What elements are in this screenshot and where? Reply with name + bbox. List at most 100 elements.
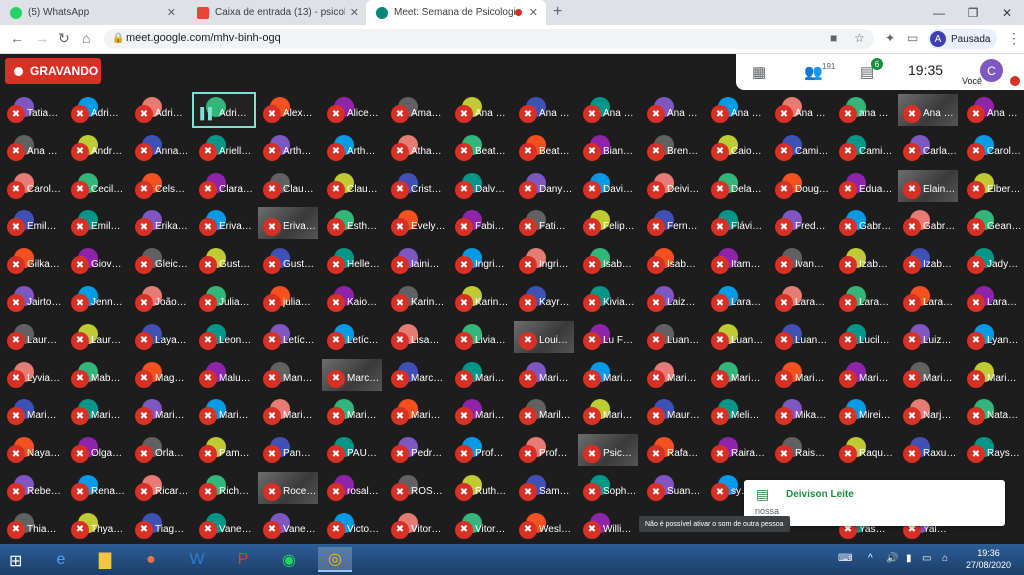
participant-tile[interactable]: ✖ Gleic… xyxy=(130,245,190,277)
participant-tile[interactable]: ✖ Loui… xyxy=(514,320,574,353)
participant-tile[interactable]: ✖ Lu F… xyxy=(578,321,638,353)
camera-icon[interactable]: ■ xyxy=(830,31,837,45)
participant-tile[interactable]: ✖ Adri… xyxy=(130,94,190,126)
participant-tile[interactable]: ✖ Naya… xyxy=(2,434,62,466)
participant-tile[interactable]: ✖ Thya… xyxy=(66,510,126,542)
participant-tile[interactable]: ✖ Laya… xyxy=(130,321,190,353)
menu-icon[interactable]: ⋮ xyxy=(1007,30,1021,47)
participant-tile[interactable]: ✖ Sam… xyxy=(514,472,574,504)
participant-tile[interactable]: ✖ Ama… xyxy=(386,94,446,126)
participant-tile[interactable]: ✖ Mari… xyxy=(834,359,894,391)
participant-tile[interactable]: ✖ Orla… xyxy=(130,434,190,466)
participant-tile[interactable]: ✖ Vane… xyxy=(258,510,318,542)
participant-tile[interactable]: ✖ Lara… xyxy=(706,283,766,315)
participant-tile[interactable]: ✖ Cels… xyxy=(130,170,190,202)
participant-tile[interactable]: ✖ Caio… xyxy=(706,132,766,164)
participant-tile[interactable]: ✖ Fred… xyxy=(770,207,830,239)
participant-tile[interactable]: ✖ Felip… xyxy=(578,207,638,239)
participant-tile[interactable]: ✖ Jady… xyxy=(962,245,1022,277)
firefox-icon[interactable]: ● xyxy=(134,547,168,572)
participant-tile[interactable]: ✖ Cecil… xyxy=(66,170,126,202)
file-explorer-icon[interactable]: ▇ xyxy=(88,547,122,572)
participant-tile[interactable]: ✖ Mab… xyxy=(66,359,126,391)
reload-button[interactable]: ↻ xyxy=(58,30,70,47)
participant-tile[interactable]: ✖ Lyvia… xyxy=(2,359,62,391)
participant-tile[interactable]: ✖ Andr… xyxy=(66,132,126,164)
participant-tile[interactable]: ✖ Dany… xyxy=(514,170,574,202)
participant-tile[interactable]: ✖ Ricar… xyxy=(130,472,190,504)
participant-tile[interactable]: ✖ Tiag… xyxy=(130,510,190,542)
participant-tile[interactable]: ✖ Mari… xyxy=(642,359,702,391)
participant-tile[interactable]: ✖ Ana … xyxy=(642,94,702,126)
windows-start-icon[interactable]: ⊞ xyxy=(9,551,22,571)
participant-tile[interactable]: ✖ Pam… xyxy=(194,434,254,466)
battery-icon[interactable]: ▭ xyxy=(922,553,931,564)
participant-tile[interactable]: ✖ Isab… xyxy=(642,245,702,277)
participant-tile[interactable]: ✖ Ana … xyxy=(898,94,958,126)
volume-icon[interactable]: 🔊 xyxy=(886,553,898,564)
tab-whatsapp[interactable]: (5) WhatsApp ✕ xyxy=(0,0,184,25)
participant-tile[interactable]: ✖ Rays… xyxy=(962,434,1022,466)
participant-tile[interactable]: ✖ Izab… xyxy=(834,245,894,277)
participant-tile[interactable]: ✖ Leon… xyxy=(194,321,254,353)
participant-tile[interactable]: ✖ Soph… xyxy=(578,472,638,504)
participant-tile[interactable]: ✖ Clau… xyxy=(322,170,382,202)
participant-tile[interactable]: ✖ Izab… xyxy=(898,245,958,277)
participant-tile[interactable]: ✖ Maur… xyxy=(642,396,702,428)
participant-tile[interactable]: ✖ Laur… xyxy=(66,321,126,353)
participant-tile[interactable]: ✖ Marc… xyxy=(386,359,446,391)
participant-tile[interactable]: ✖ Letíc… xyxy=(322,321,382,353)
participant-tile[interactable]: ✖ Raira… xyxy=(706,434,766,466)
participant-tile[interactable]: ✖ Willi… xyxy=(578,510,638,542)
tray-expand-icon[interactable]: ^ xyxy=(868,553,873,564)
participant-tile[interactable]: ✖ Laur… xyxy=(2,321,62,353)
participant-tile[interactable]: ✖ Deivi… xyxy=(642,170,702,202)
participant-tile[interactable]: ✖ Elber… xyxy=(962,170,1022,202)
participant-tile[interactable]: ✖ Mari… xyxy=(66,396,126,428)
participant-tile[interactable]: ✖ julia… xyxy=(258,283,318,315)
participant-tile[interactable]: ✖ Mari… xyxy=(450,396,510,428)
participant-tile[interactable]: ✖ Rich… xyxy=(194,472,254,504)
participant-tile[interactable]: ✖ Kayr… xyxy=(514,283,574,315)
participant-tile[interactable]: ✖ Gabr… xyxy=(898,207,958,239)
participant-tile[interactable]: ✖ Ariell… xyxy=(194,132,254,164)
participant-tile[interactable]: ✖ Helle… xyxy=(322,245,382,277)
participant-tile[interactable]: ✖ Lara… xyxy=(770,283,830,315)
participant-tile[interactable]: ✖ Carla… xyxy=(898,132,958,164)
participant-tile[interactable]: ✖ Rena… xyxy=(66,472,126,504)
participant-tile[interactable]: ✖ Rais… xyxy=(770,434,830,466)
window-close-button[interactable]: ✕ xyxy=(990,0,1024,25)
participant-tile[interactable]: ✖ Mari… xyxy=(898,359,958,391)
tab-gmail[interactable]: Caixa de entrada (13) - psicologi ✕ xyxy=(187,0,367,25)
participant-tile[interactable]: ✖ Adri… xyxy=(66,94,126,126)
participant-tile[interactable]: ✖ Prof… xyxy=(514,434,574,466)
grid-layout-icon[interactable]: ▦ xyxy=(752,63,766,81)
participant-tile[interactable]: ✖ Marc… xyxy=(322,358,382,391)
taskbar-clock[interactable]: 19:36 27/08/2020 xyxy=(966,547,1011,571)
participant-tile[interactable]: ✖ Vitor… xyxy=(386,510,446,542)
participant-tile[interactable]: ✖ Fati… xyxy=(514,207,574,239)
participant-tile[interactable]: ✖ Evely… xyxy=(386,207,446,239)
participant-tile[interactable]: ✖ Lara… xyxy=(834,283,894,315)
participant-tile[interactable]: ✖ Gabr… xyxy=(834,207,894,239)
powerpoint-icon[interactable]: P xyxy=(226,547,260,572)
participant-tile[interactable]: ✖ Narj… xyxy=(898,396,958,428)
close-icon[interactable]: ✕ xyxy=(529,6,538,19)
participant-tile[interactable]: ✖ Carol… xyxy=(962,132,1022,164)
participant-tile[interactable]: ✖ Mari… xyxy=(578,396,638,428)
participant-tile[interactable]: ✖ Karin… xyxy=(450,283,510,315)
ie-icon[interactable]: e xyxy=(44,547,78,572)
participant-tile[interactable]: ✖ João… xyxy=(130,283,190,315)
participant-tile[interactable]: ✖ Ana … xyxy=(450,94,510,126)
network-icon[interactable]: ▮ xyxy=(906,553,912,564)
keyboard-icon[interactable]: ⌨ xyxy=(838,553,852,564)
participant-tile[interactable]: ✖ Olga… xyxy=(66,434,126,466)
participant-tile[interactable]: ✖ Iaini… xyxy=(386,245,446,277)
participant-tile[interactable]: ✖ Ana … xyxy=(578,94,638,126)
participant-tile[interactable]: ✖ Nata… xyxy=(962,396,1022,428)
participant-tile[interactable]: ✖ Fabi… xyxy=(450,207,510,239)
participant-tile[interactable]: ✖ Mari… xyxy=(2,396,62,428)
new-tab-button[interactable]: + xyxy=(553,3,562,21)
participant-tile[interactable]: ✖ Mari… xyxy=(578,359,638,391)
forward-button[interactable]: → xyxy=(35,30,49,46)
